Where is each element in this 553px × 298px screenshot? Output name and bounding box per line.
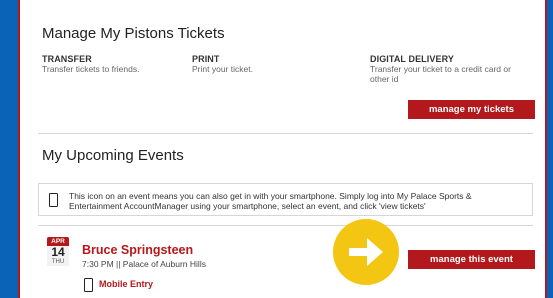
- main-panel: Manage My Pistons Tickets TRANSFER Trans…: [18, 0, 547, 298]
- manage-this-event-button[interactable]: manage this event: [408, 250, 535, 269]
- print-desc: Print your ticket.: [192, 64, 253, 74]
- digital-delivery-desc: Transfer your ticket to a credit card or…: [370, 64, 511, 84]
- smartphone-icon: [84, 278, 93, 292]
- manage-my-tickets-button[interactable]: manage my tickets: [408, 100, 535, 119]
- digital-delivery-title: DIGITAL DELIVERY: [370, 54, 454, 64]
- mobile-entry-label: Mobile Entry: [99, 279, 154, 289]
- transfer-desc: Transfer tickets to friends.: [42, 64, 140, 74]
- smartphone-icon: [49, 193, 58, 207]
- tickets-section-title: Manage My Pistons Tickets: [42, 25, 225, 42]
- arrow-right-icon-graphic: [349, 238, 383, 266]
- smartphone-notice: This icon on an event means you can also…: [38, 183, 533, 216]
- arrow-right-icon: [333, 219, 399, 285]
- notice-text: This icon on an event means you can also…: [69, 191, 472, 211]
- event-title[interactable]: Bruce Springsteen: [82, 243, 193, 257]
- print-title: PRINT: [192, 54, 220, 64]
- event-info: 7:30 PM || Palace of Auburn Hills: [82, 259, 206, 269]
- section-divider: [38, 225, 533, 226]
- transfer-title: TRANSFER: [42, 54, 92, 64]
- section-divider: [38, 133, 533, 134]
- events-section-title: My Upcoming Events: [42, 147, 184, 164]
- event-day: 14: [47, 246, 69, 258]
- event-weekday: THU: [47, 258, 69, 266]
- event-date-badge: APR 14 THU: [47, 237, 69, 266]
